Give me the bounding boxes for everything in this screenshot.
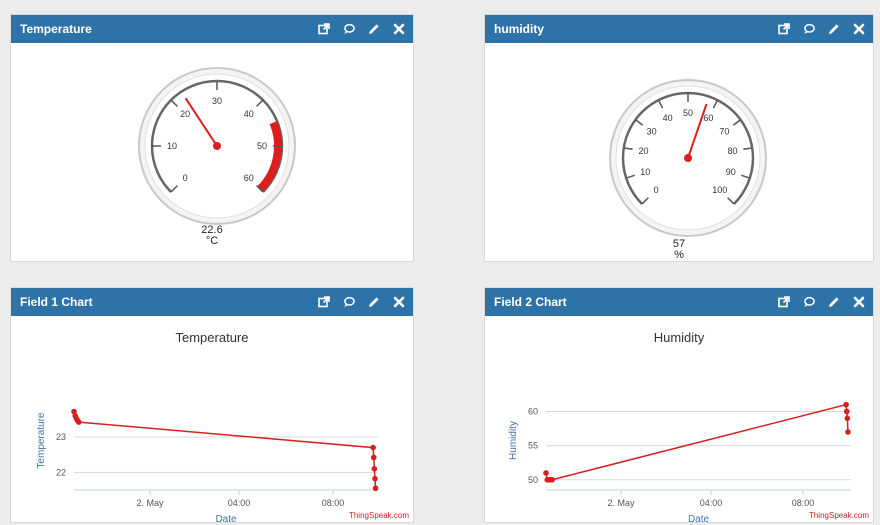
chart-x-tick-label: 04:00 [700, 498, 723, 508]
chart-data-point[interactable] [76, 419, 82, 425]
chart-data-point[interactable] [371, 465, 378, 472]
chart-x-axis-label: Date [688, 514, 710, 522]
gauge-tick-label: 30 [647, 127, 657, 137]
field1-chart-body: Temperature 22 23 2. May 04:00 08:00 Date Tempe… [11, 316, 413, 522]
temperature-gauge-body: 0 10 20 30 40 50 60 22.6 °C [11, 43, 413, 261]
chart-y-tick-label: 50 [528, 475, 538, 485]
external-link-icon[interactable] [318, 296, 330, 308]
chart-y-tick-label: 22 [56, 467, 66, 477]
chart-x-axis-label: Date [215, 514, 237, 522]
chart-data-point[interactable] [843, 401, 849, 408]
close-icon[interactable] [853, 23, 865, 35]
humidity-gauge-body: 0 10 20 30 40 50 60 70 80 90 100 57 % [485, 43, 873, 261]
external-link-icon[interactable] [318, 23, 330, 35]
widget-title: Temperature [20, 22, 92, 36]
chart-y-tick-label: 23 [56, 432, 66, 442]
widget-title: humidity [494, 22, 544, 36]
humidity-readout: 57 % [485, 239, 873, 261]
field2-widget-header: Field 2 Chart [485, 288, 873, 316]
gauge-tick-label: 100 [712, 185, 727, 195]
temperature-widget-header: Temperature [11, 15, 413, 43]
pencil-icon[interactable] [828, 23, 840, 35]
comment-icon[interactable] [343, 296, 355, 308]
gauge-tick-label: 40 [663, 113, 673, 123]
comment-icon[interactable] [343, 23, 355, 35]
humidity-widget: humidity 0 10 20 30 40 50 60 70 80 90 100 57 % [484, 14, 874, 262]
humidity-units: % [674, 249, 684, 261]
field1-chart-widget: Field 1 Chart Temperature 22 23 2. May 04:00… [10, 287, 414, 523]
chart-data-point[interactable] [370, 444, 376, 451]
gauge-tick-label: 70 [719, 127, 729, 137]
comment-icon[interactable] [803, 23, 815, 35]
external-link-icon[interactable] [778, 23, 790, 35]
chart-title: Temperature [176, 330, 249, 345]
chart-series-line [545, 403, 849, 481]
gauge-tick-label: 90 [726, 167, 736, 177]
pencil-icon[interactable] [368, 23, 380, 35]
pencil-icon[interactable] [368, 296, 380, 308]
gauge-pivot [684, 154, 692, 162]
thingspeak-credit-link[interactable]: ThingSpeak.com [349, 511, 409, 520]
humidity-widget-header: humidity [485, 15, 873, 43]
gauge-tick-label: 60 [244, 173, 254, 183]
field2-chart-widget: Field 2 Chart Humidity 50 55 60 2. May 04:00 0… [484, 287, 874, 523]
gauge-tick-label: 10 [640, 167, 650, 177]
close-icon[interactable] [393, 296, 405, 308]
chart-data-point[interactable] [372, 485, 379, 492]
humidity-gauge: 0 10 20 30 40 50 60 70 80 90 100 [609, 79, 767, 237]
temperature-widget: Temperature 0 10 20 30 40 50 60 22.6 °C [10, 14, 414, 262]
gauge-tick-label: 10 [167, 141, 177, 151]
gauge-tick-label: 20 [639, 146, 649, 156]
widget-actions [778, 23, 865, 35]
close-icon[interactable] [393, 23, 405, 35]
external-link-icon[interactable] [778, 296, 790, 308]
chart-x-tick-label: 08:00 [322, 498, 345, 508]
chart-x-tick-label: 08:00 [792, 498, 815, 508]
chart-y-tick-label: 60 [528, 406, 538, 416]
temperature-readout: 22.6 °C [11, 225, 413, 247]
gauge-tick-label: 0 [183, 173, 188, 183]
chart-x-tick-label: 2. May [607, 498, 635, 508]
comment-icon[interactable] [803, 296, 815, 308]
gauge-tick-label: 40 [244, 109, 254, 119]
gauge-tick-label: 80 [727, 146, 737, 156]
chart-data-point[interactable] [844, 415, 851, 422]
widget-title: Field 1 Chart [20, 295, 93, 309]
gauge-tick-label: 20 [180, 109, 190, 119]
gauge-tick-label: 60 [703, 113, 713, 123]
field2-chart-body: Humidity 50 55 60 2. May 04:00 08:00 Date Humidi… [485, 316, 873, 522]
chart-data-point[interactable] [549, 476, 555, 483]
close-icon[interactable] [853, 296, 865, 308]
chart-x-tick-label: 04:00 [228, 498, 251, 508]
chart-y-axis-label: Temperature [36, 412, 47, 469]
gauge-tick-label: 30 [212, 96, 222, 106]
widget-actions [318, 296, 405, 308]
gauge-tick-label: 50 [683, 108, 693, 118]
thingspeak-credit-link[interactable]: ThingSpeak.com [809, 511, 869, 520]
humidity-chart: Humidity 50 55 60 2. May 04:00 08:00 Date Humidi… [508, 330, 869, 522]
chart-x-tick-label: 2. May [136, 498, 164, 508]
chart-data-point[interactable] [543, 470, 549, 476]
field1-widget-header: Field 1 Chart [11, 288, 413, 316]
gauge-tick-label: 0 [654, 185, 659, 195]
pencil-icon[interactable] [828, 296, 840, 308]
widget-title: Field 2 Chart [494, 295, 567, 309]
widget-actions [778, 296, 865, 308]
chart-title: Humidity [654, 330, 705, 345]
chart-y-axis-label: Humidity [508, 421, 519, 460]
chart-data-point[interactable] [370, 454, 377, 461]
gauge-pivot [213, 142, 221, 150]
chart-data-point[interactable] [843, 408, 850, 415]
chart-series-line [73, 411, 377, 489]
widget-actions [318, 23, 405, 35]
temperature-chart: Temperature 22 23 2. May 04:00 08:00 Date Tempe… [36, 330, 409, 522]
temperature-units: °C [205, 235, 219, 247]
chart-data-point[interactable] [372, 475, 378, 482]
chart-y-tick-label: 55 [528, 441, 538, 451]
chart-data-point[interactable] [845, 429, 851, 435]
gauge-tick-label: 50 [257, 141, 267, 151]
